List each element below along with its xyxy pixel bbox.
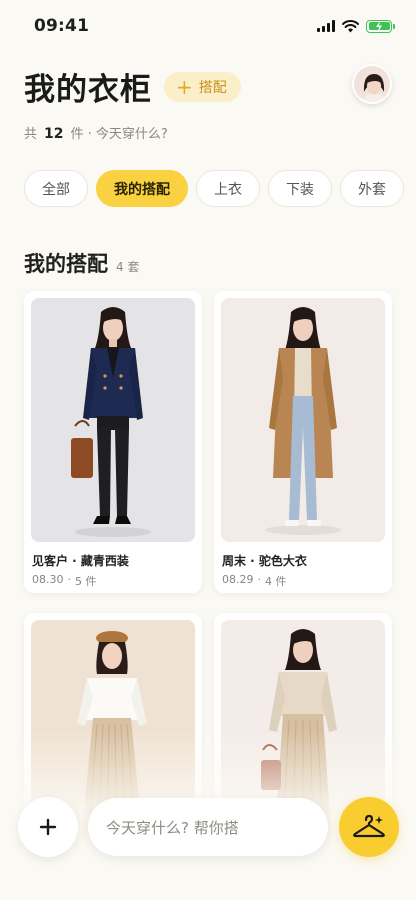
meta-dot: · [257, 573, 262, 586]
outfit-photo [221, 298, 385, 542]
section-heading: 我的搭配 4 套 [24, 248, 139, 278]
outfit-pieces: 4 件 [265, 575, 287, 588]
title-row: 我的衣柜 + 搭配 [24, 64, 392, 109]
avatar[interactable] [352, 64, 392, 104]
tab-tops[interactable]: 上衣 [196, 170, 260, 207]
outfit-title: 周末 · 驼色大衣 [222, 554, 307, 568]
filter-tabs: 全部 我的搭配 上衣 下装 外套 [24, 170, 416, 208]
outfit-photo [31, 298, 195, 542]
outfit-assistant-button[interactable] [339, 797, 399, 857]
wardrobe-subtitle: 共 12 件 · 今天穿什么? [24, 123, 392, 142]
add-item-button[interactable] [18, 797, 78, 857]
signal-icon [317, 20, 335, 32]
outfit-date: 08.29 [222, 573, 254, 586]
battery-icon [366, 19, 395, 33]
outfit-title: 见客户 · 藏青西装 [32, 554, 129, 568]
outfit-chip-button[interactable]: + 搭配 [164, 71, 241, 102]
status-icons [317, 19, 395, 33]
ask-outfit-placeholder: 今天穿什么? 帮你搭 [106, 818, 239, 837]
outfit-count: 4 套 [116, 260, 140, 274]
outfit-date: 08.30 [32, 573, 64, 586]
outfit-meta: 08.29 · 4 件 [221, 573, 385, 589]
outfit-chip-label: 搭配 [198, 79, 227, 96]
tab-my-outfits[interactable]: 我的搭配 [96, 170, 188, 207]
ask-outfit-input[interactable]: 今天穿什么? 帮你搭 [88, 798, 328, 856]
plus-icon [39, 818, 57, 836]
wifi-icon [342, 19, 359, 32]
tab-outerwear[interactable]: 外套 [340, 170, 404, 207]
meta-dot: · [67, 573, 72, 586]
plus-icon: + [176, 74, 193, 99]
header: 我的衣柜 + 搭配 共 12 件 · 今天穿什么? [24, 64, 392, 144]
outfit-meta: 08.30 · 5 件 [31, 573, 195, 589]
outfit-card[interactable]: 见客户 · 藏青西装 08.30 · 5 件 [24, 291, 202, 593]
tab-all[interactable]: 全部 [24, 170, 88, 207]
status-time: 09:41 [34, 16, 90, 36]
status-bar: 09:41 [0, 0, 416, 52]
outfit-card[interactable]: 周末 · 驼色大衣 08.29 · 4 件 [214, 291, 392, 593]
tab-bottoms[interactable]: 下装 [268, 170, 332, 207]
subtitle-suffix: 件 · 今天穿什么? [70, 127, 168, 142]
item-count: 12 [44, 126, 64, 142]
section-title: 我的搭配 [24, 251, 108, 276]
hanger-sparkle-icon [353, 814, 385, 838]
page-title: 我的衣柜 [24, 72, 152, 108]
subtitle-prefix: 共 [24, 127, 38, 142]
outfit-pieces: 5 件 [75, 575, 97, 588]
